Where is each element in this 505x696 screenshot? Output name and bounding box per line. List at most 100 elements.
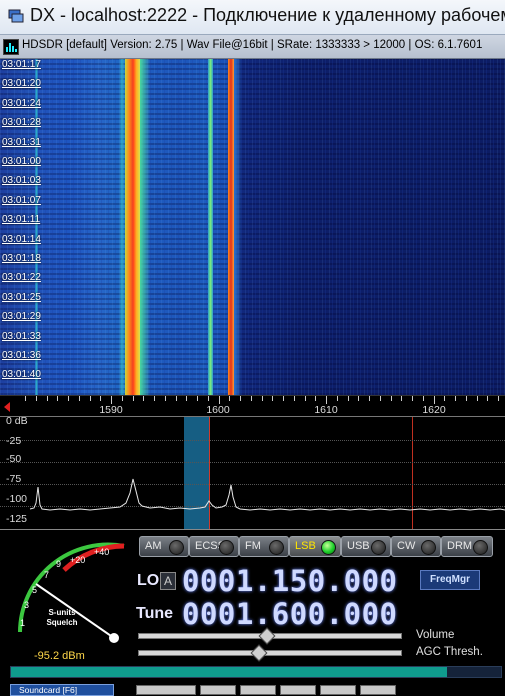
freq-tick — [283, 396, 284, 401]
mode-ecss-button[interactable]: ECSS — [189, 536, 239, 557]
freq-tick-label: 1610 — [314, 404, 338, 416]
freq-tick — [219, 396, 220, 404]
waterfall-timestamp: 03:01:33 — [2, 330, 41, 342]
frequency-scale[interactable]: 1590 1600 1610 1620 — [0, 395, 505, 416]
mode-led-icon — [169, 540, 184, 555]
waterfall-display[interactable]: 03:01:17 03:01:20 03:01:24 03:01:28 03:01:31… — [0, 59, 505, 395]
freq-tick-label: 1590 — [99, 404, 123, 416]
smeter-scale-label: 1 — [20, 618, 25, 628]
waterfall-timestamp: 03:01:40 — [2, 369, 41, 381]
bottom-button[interactable] — [200, 685, 236, 695]
freq-tick-label: 1620 — [422, 404, 446, 416]
freq-tick — [197, 396, 198, 401]
freq-tick — [455, 396, 456, 401]
smeter-scale-label: 5 — [32, 585, 37, 595]
mode-led-icon — [421, 540, 436, 555]
mode-am-button[interactable]: AM — [139, 536, 189, 557]
bottom-button[interactable] — [136, 685, 196, 695]
mode-led-icon — [219, 540, 234, 555]
freq-tick — [229, 396, 230, 401]
waterfall-timestamp: 03:01:31 — [2, 136, 41, 148]
freq-tick — [412, 396, 413, 401]
tune-label: Tune — [136, 605, 174, 622]
soundcard-button[interactable]: Soundcard [F6] — [10, 684, 114, 696]
mode-led-icon — [371, 540, 386, 555]
waterfall-timestamp: 03:01:29 — [2, 311, 41, 323]
mode-usb-button[interactable]: USB — [341, 536, 391, 557]
freq-tick — [47, 396, 48, 401]
freq-tick — [57, 396, 58, 401]
rdp-title-bar[interactable]: DX - localhost:2222 - Подключение к удал… — [0, 0, 505, 35]
freq-tick — [434, 396, 435, 404]
bottom-button[interactable] — [320, 685, 356, 695]
volume-label: Volume — [416, 629, 455, 641]
freq-tick — [68, 396, 69, 401]
waterfall-timestamp: 03:01:14 — [2, 233, 41, 245]
mode-cw-button[interactable]: CW — [391, 536, 441, 557]
smeter-scale-label: 9 — [56, 559, 61, 569]
agc-threshold-slider[interactable] — [138, 644, 402, 662]
hdsdr-title-bar[interactable]: HDSDR [default] Version: 2.75 | Wav File… — [0, 35, 505, 59]
freq-tick — [466, 396, 467, 401]
freq-tick — [262, 396, 263, 401]
tune-frequency-display[interactable]: 0001.600.000 — [182, 597, 398, 631]
smeter-scale-label: +40 — [94, 547, 109, 557]
bottom-button[interactable] — [280, 685, 316, 695]
freq-tick — [240, 396, 241, 401]
mode-led-icon — [473, 540, 488, 555]
mode-lsb-button[interactable]: LSB — [289, 536, 341, 557]
mode-led-icon — [269, 540, 284, 555]
bottom-button[interactable] — [240, 685, 276, 695]
freq-tick — [380, 396, 381, 401]
freq-tick — [477, 396, 478, 401]
freq-tick — [251, 396, 252, 401]
lo-a-button[interactable]: A — [160, 572, 176, 590]
spectrum-display[interactable]: 0 dB -25 -50 -75 -100 -125 — [0, 416, 505, 529]
freq-tick — [133, 396, 134, 401]
freq-tick — [444, 396, 445, 401]
waterfall-timestamp: 03:01:07 — [2, 194, 41, 206]
signal-level-bar — [10, 666, 502, 678]
waterfall-timestamp: 03:01:20 — [2, 78, 41, 90]
freq-tick — [369, 396, 370, 401]
freq-tick — [358, 396, 359, 401]
smeter-scale-label: +20 — [70, 555, 85, 565]
freq-tick — [154, 396, 155, 401]
smeter-scale-label: 7 — [44, 570, 49, 580]
freq-tick — [326, 396, 327, 404]
s-meter: 1 3 5 7 9 +20 +40 S-units Squelch — [18, 542, 125, 643]
freq-tick-label: 1600 — [206, 404, 230, 416]
freq-tick — [401, 396, 402, 401]
freqmgr-button[interactable]: FreqMgr — [420, 570, 480, 590]
freq-tick — [348, 396, 349, 401]
freq-tick — [294, 396, 295, 401]
freq-tick — [487, 396, 488, 401]
lo-frequency-display[interactable]: 0001.150.000 — [182, 564, 398, 598]
waterfall-timestamp: 03:01:28 — [2, 117, 41, 129]
smeter-squelch-label: Squelch — [46, 618, 77, 627]
mode-fm-button[interactable]: FM — [239, 536, 289, 557]
signal-dbm-readout: -95.2 dBm — [34, 650, 85, 662]
freq-tick — [272, 396, 273, 401]
freq-tick — [36, 396, 37, 401]
freq-tick — [100, 396, 101, 401]
freq-tick — [498, 396, 499, 401]
scroll-left-arrow-icon[interactable] — [4, 402, 10, 412]
waterfall-timestamp: 03:01:36 — [2, 350, 41, 361]
freq-tick — [337, 396, 338, 401]
lo-label: LO — [137, 572, 160, 589]
hdsdr-icon — [3, 39, 19, 55]
hdsdr-window-title: HDSDR [default] Version: 2.75 | Wav File… — [22, 39, 483, 51]
freq-tick — [111, 396, 112, 404]
waterfall-timestamp: 03:01:24 — [2, 97, 41, 109]
waterfall-timestamp: 03:01:00 — [2, 156, 41, 167]
freq-tick — [165, 396, 166, 401]
remote-desktop-icon — [8, 9, 24, 23]
mode-drm-button[interactable]: DRM — [441, 536, 493, 557]
smeter-title: S-units — [48, 608, 76, 617]
bottom-button[interactable] — [360, 685, 396, 695]
waterfall-timestamp: 03:01:25 — [2, 291, 41, 303]
freq-tick — [305, 396, 306, 401]
volume-slider[interactable] — [138, 627, 402, 645]
freq-tick — [79, 396, 80, 401]
